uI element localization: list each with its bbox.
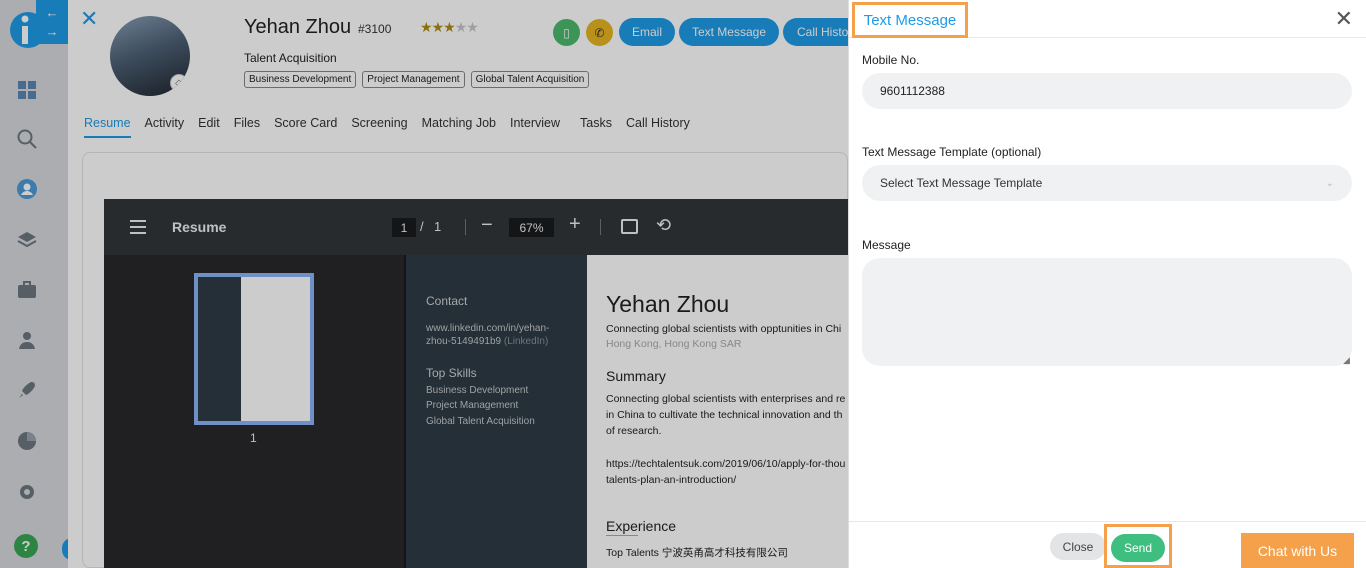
message-textarea[interactable] [862,258,1352,366]
modal-backdrop[interactable] [0,0,848,568]
message-label: Message [862,238,911,252]
panel-header: Text Message ✕ [849,0,1366,38]
panel-footer: Close Send Chat with Us [849,521,1366,568]
resize-handle-icon[interactable]: ◢ [1343,355,1350,366]
mobile-label: Mobile No. [862,53,920,67]
panel-title: Text Message [852,2,968,38]
close-icon[interactable]: ✕ [1335,8,1353,30]
chevron-down-icon: ⌄ [1325,177,1334,189]
text-message-panel: Text Message ✕ Mobile No. Text Message T… [848,0,1366,568]
mobile-number-input[interactable] [862,73,1352,109]
template-select-value: Select Text Message Template [880,176,1043,190]
template-select[interactable]: Select Text Message Template ⌄ [862,165,1352,201]
chat-widget-button[interactable]: Chat with Us [1241,533,1354,568]
close-button[interactable]: Close [1050,533,1106,560]
send-highlight: Send [1104,524,1172,568]
template-label: Text Message Template (optional) [862,145,1042,159]
send-button[interactable]: Send [1111,534,1165,562]
